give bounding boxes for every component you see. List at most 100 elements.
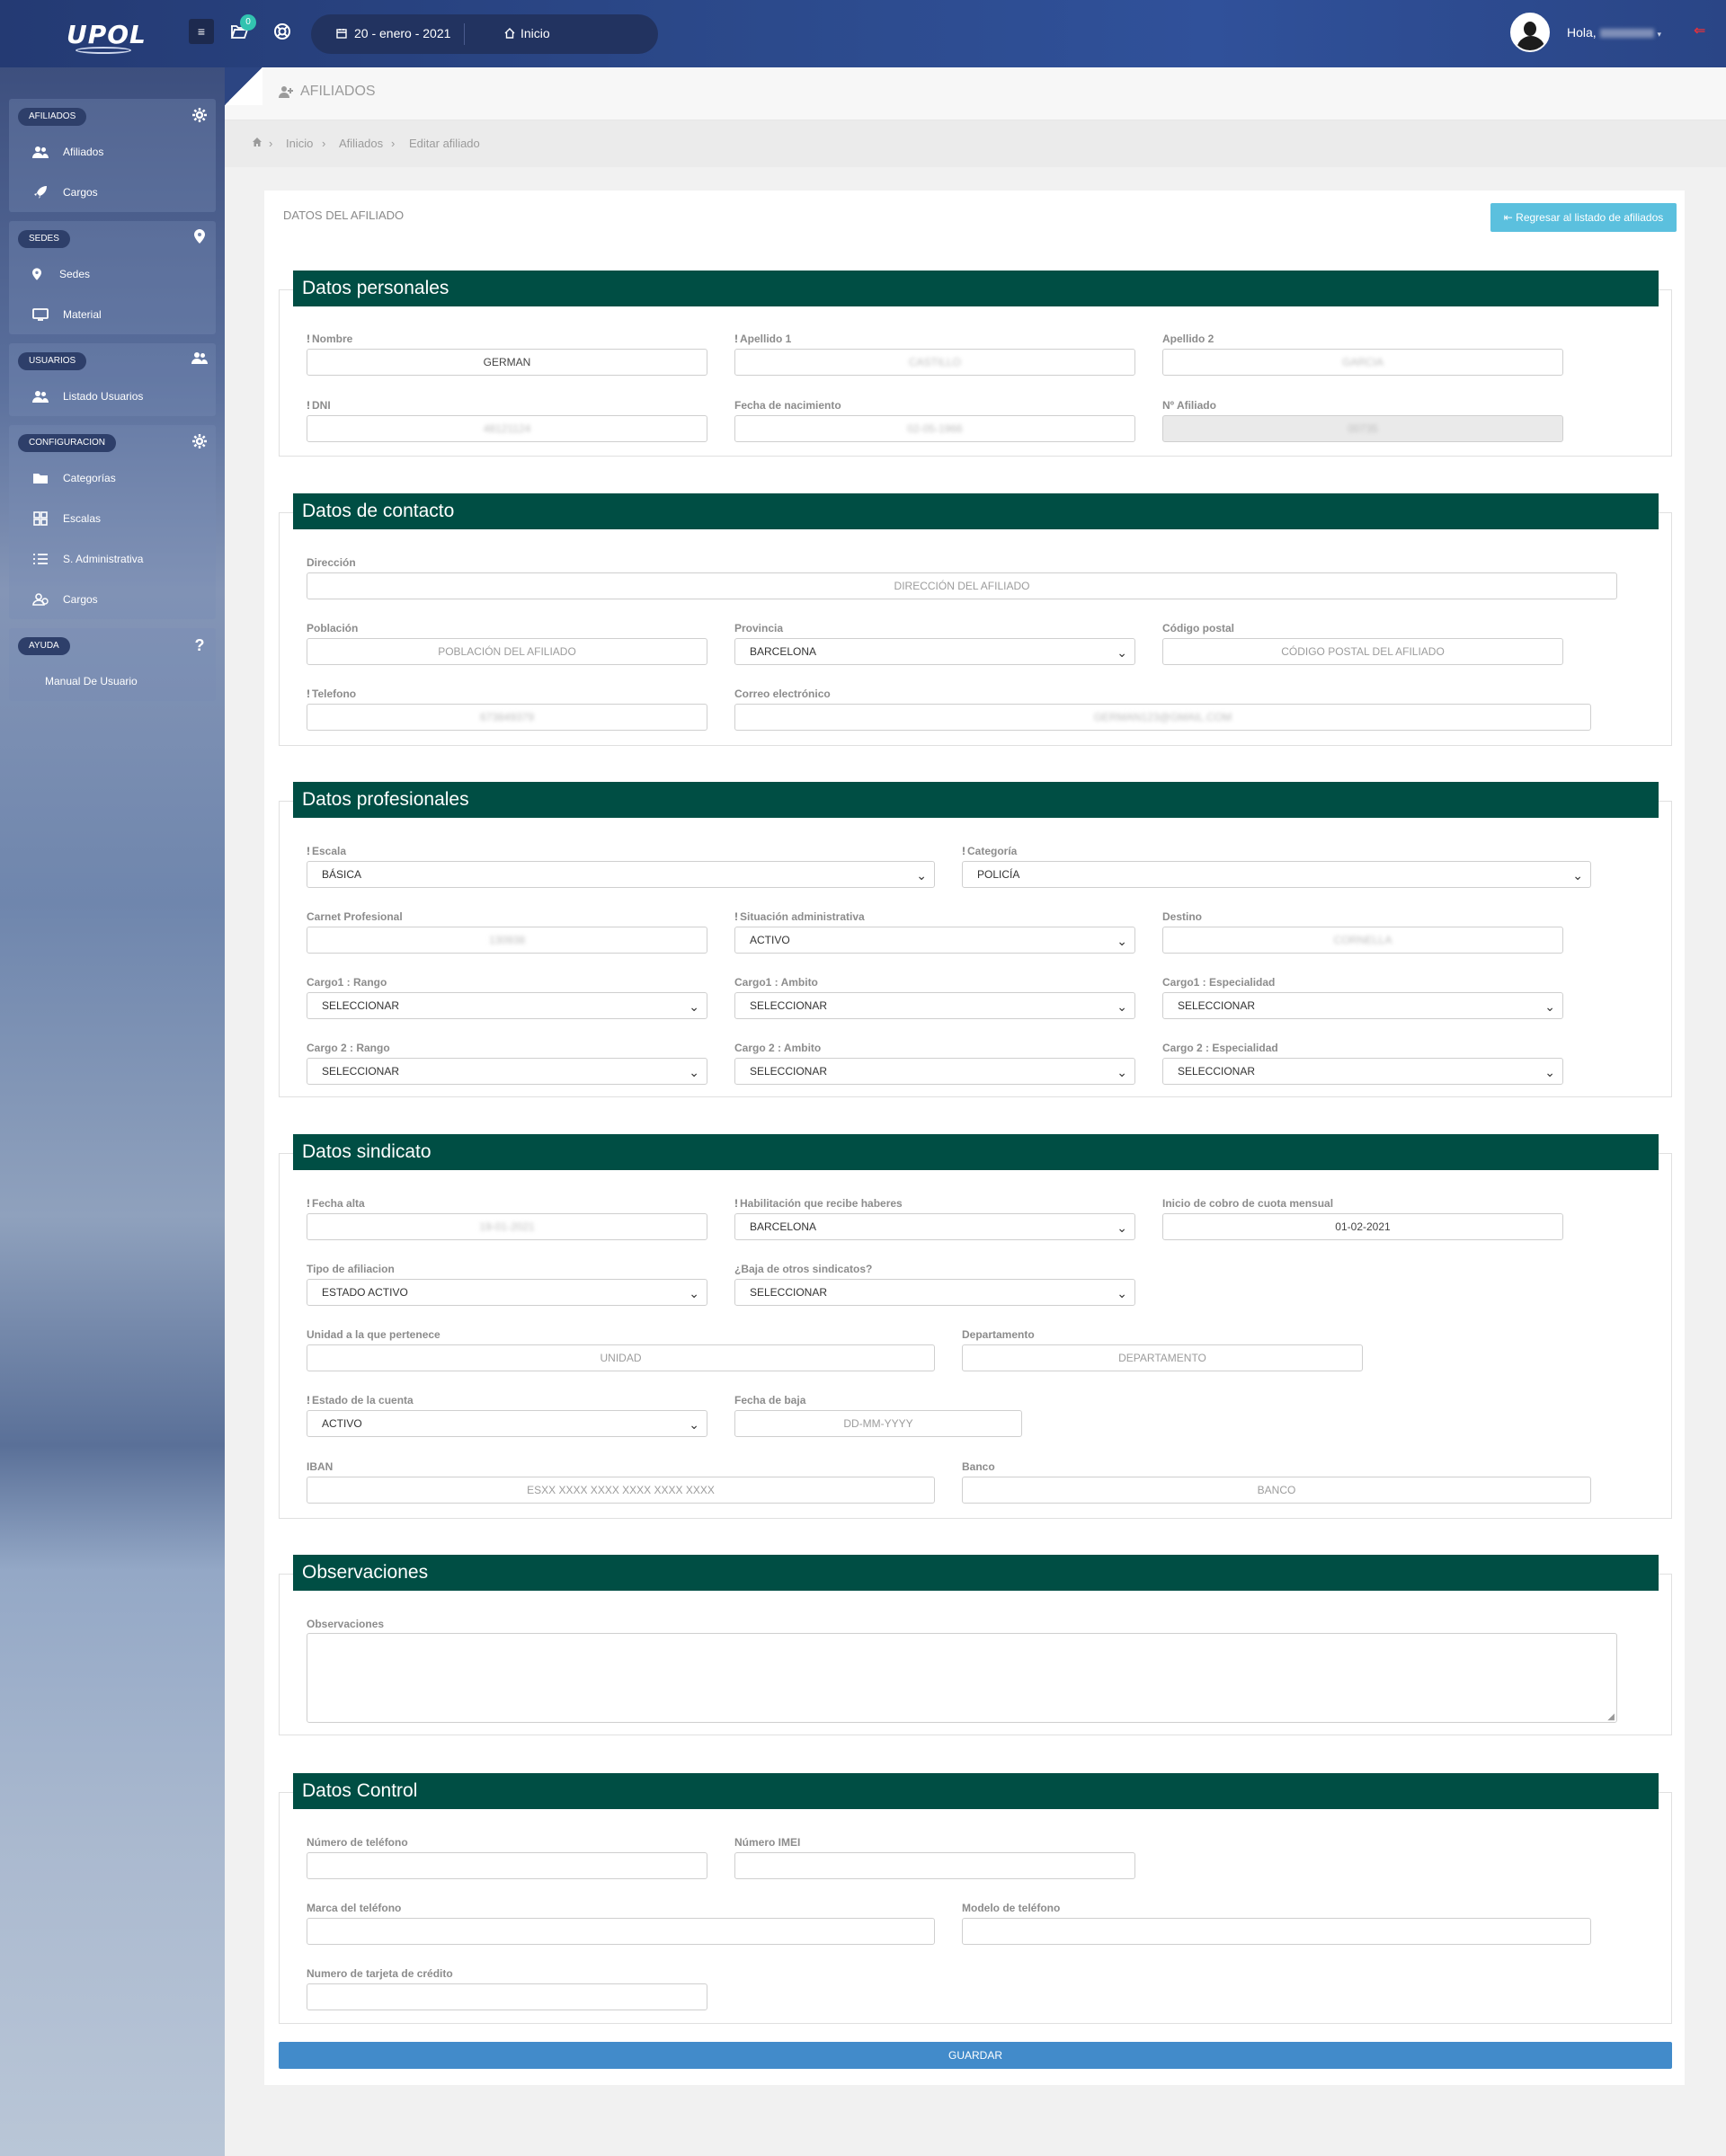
imei-input[interactable] <box>734 1852 1135 1879</box>
cargo2-especialidad-select[interactable]: SELECCIONAR ⌄ <box>1162 1058 1563 1085</box>
correo-input[interactable]: GERMAN123@GMAIL.COM <box>734 704 1591 731</box>
app-logo[interactable]: UPOL <box>61 18 146 56</box>
observaciones-textarea[interactable]: ◢ <box>307 1633 1617 1723</box>
user-plus-icon[interactable] <box>191 351 209 369</box>
control-telefono-input[interactable] <box>307 1852 707 1879</box>
banco-input[interactable]: BANCO <box>962 1477 1591 1504</box>
unidad-input[interactable]: UNIDAD <box>307 1344 935 1371</box>
support-button[interactable] <box>270 19 295 44</box>
sidebar-group-title: SEDES <box>18 230 70 248</box>
carnet-input[interactable]: 130938 <box>307 927 707 954</box>
baja-otros-select[interactable]: SELECCIONAR ⌄ <box>734 1279 1135 1306</box>
cargo1-ambito-select[interactable]: SELECCIONAR ⌄ <box>734 992 1135 1019</box>
current-date: 20 - enero - 2021 <box>336 26 450 40</box>
logout-icon[interactable]: ⇐ <box>1694 22 1705 40</box>
resize-handle-icon[interactable]: ◢ <box>1607 1712 1615 1722</box>
nombre-input[interactable]: GERMAN <box>307 349 707 376</box>
direccion-label: Dirección <box>307 556 356 569</box>
map-marker-icon[interactable] <box>191 229 209 247</box>
gear-icon[interactable] <box>191 433 209 451</box>
tarjeta-input[interactable] <box>307 1983 707 2010</box>
destino-input[interactable]: CORNELLA <box>1162 927 1563 954</box>
telefono-value: 673849379 <box>479 711 535 723</box>
menu-toggle-button[interactable]: ≡ <box>189 19 214 44</box>
avatar-head <box>1524 22 1536 36</box>
marca-input[interactable] <box>307 1918 935 1945</box>
sidebar-group-ayuda: AYUDA ? Manual De Usuario <box>9 628 216 701</box>
apellido2-input[interactable]: GARCIA <box>1162 349 1563 376</box>
cargo1-ambito-value: SELECCIONAR <box>750 999 828 1012</box>
fecha-alta-label: ! Fecha alta <box>307 1197 365 1210</box>
cargo1-rango-label: Cargo1 : Rango <box>307 976 387 989</box>
avatar-body <box>1517 36 1545 50</box>
sidebar-item-material[interactable]: Material <box>9 294 216 334</box>
estado-cuenta-select[interactable]: ACTIVO ⌄ <box>307 1410 707 1437</box>
required-icon: ! <box>307 1394 310 1406</box>
sidebar-group-header: SEDES <box>9 221 216 253</box>
provincia-value: BARCELONA <box>750 645 817 658</box>
sidebar-item-s-administrativa[interactable]: S. Administrativa <box>9 538 216 579</box>
home-icon[interactable] <box>252 137 262 150</box>
sidebar-item-cargos-config[interactable]: Cargos <box>9 579 216 619</box>
habilitacion-value: BARCELONA <box>750 1220 817 1233</box>
fecha-baja-input[interactable]: DD-MM-YYYY <box>734 1410 1022 1437</box>
provincia-select[interactable]: BARCELONA ⌄ <box>734 638 1135 665</box>
habilitacion-select[interactable]: BARCELONA ⌄ <box>734 1213 1135 1240</box>
iban-label: IBAN <box>307 1460 334 1473</box>
departamento-label: Departamento <box>962 1328 1035 1341</box>
inicio-cobro-input[interactable]: 01-02-2021 <box>1162 1213 1563 1240</box>
escala-value: BÁSICA <box>322 868 362 881</box>
telefono-input[interactable]: 673849379 <box>307 704 707 731</box>
users-icon <box>31 144 50 160</box>
calendar-icon <box>336 29 347 39</box>
sidebar-item-sedes[interactable]: Sedes <box>9 253 216 294</box>
dni-input[interactable]: 48121124 <box>307 415 707 442</box>
user-menu[interactable]: Hola, ▾ <box>1567 25 1661 40</box>
sidebar-item-listado-usuarios[interactable]: Listado Usuarios <box>9 376 216 416</box>
gear-icon[interactable] <box>191 107 209 125</box>
fecha-alta-input[interactable]: 19-01-2021 <box>307 1213 707 1240</box>
categoria-select[interactable]: POLICÍA ⌄ <box>962 861 1591 888</box>
fecha-nacimiento-input[interactable]: 02-05-1966 <box>734 415 1135 442</box>
tipo-afiliacion-select[interactable]: ESTADO ACTIVO ⌄ <box>307 1279 707 1306</box>
save-button[interactable]: GUARDAR <box>279 2042 1672 2069</box>
greeting-text: Hola, <box>1567 25 1597 40</box>
breadcrumb-inicio[interactable]: Inicio <box>286 137 313 150</box>
sidebar-group-header: AYUDA ? <box>9 628 216 661</box>
user-name-redacted <box>1599 29 1654 39</box>
sidebar-item-manual-de-usuario[interactable]: Manual De Usuario <box>9 661 216 701</box>
cargo2-rango-select[interactable]: SELECCIONAR ⌄ <box>307 1058 707 1085</box>
chevron-down-icon: ⌄ <box>1117 1286 1127 1300</box>
back-to-list-button[interactable]: ⇤ Regresar al listado de afiliados <box>1490 203 1677 232</box>
escala-select[interactable]: BÁSICA ⌄ <box>307 861 935 888</box>
sidebar-group-title: CONFIGURACION <box>18 434 116 452</box>
cargo1-especialidad-select[interactable]: SELECCIONAR ⌄ <box>1162 992 1563 1019</box>
cargo1-rango-select[interactable]: SELECCIONAR ⌄ <box>307 992 707 1019</box>
cargo2-ambito-label: Cargo 2 : Ambito <box>734 1042 822 1054</box>
required-icon: ! <box>734 1197 738 1210</box>
apellido1-input[interactable]: CASTILLO <box>734 349 1135 376</box>
sidebar-item-label: Sedes <box>59 267 91 280</box>
modelo-input[interactable] <box>962 1918 1591 1945</box>
codigo-postal-input[interactable]: CÓDIGO POSTAL DEL AFILIADO <box>1162 638 1563 665</box>
page-corner-fold <box>225 67 262 105</box>
sidebar-item-escalas[interactable]: Escalas <box>9 498 216 538</box>
sidebar-item-label: Material <box>63 307 102 321</box>
situacion-select[interactable]: ACTIVO ⌄ <box>734 927 1135 954</box>
question-icon[interactable]: ? <box>191 636 209 654</box>
cargo2-ambito-select[interactable]: SELECCIONAR ⌄ <box>734 1058 1135 1085</box>
sidebar-group-title: AYUDA <box>18 637 70 655</box>
user-icon <box>279 86 293 98</box>
breadcrumb-afiliados[interactable]: Afiliados <box>339 137 383 150</box>
sidebar-item-cargos[interactable]: Cargos <box>9 172 216 212</box>
iban-input[interactable]: ESXX XXXX XXXX XXXX XXXX XXXX <box>307 1477 935 1504</box>
departamento-input[interactable]: DEPARTAMENTO <box>962 1344 1363 1371</box>
user-avatar[interactable] <box>1510 13 1550 52</box>
sidebar-item-label: Listado Usuarios <box>63 389 144 403</box>
direccion-input[interactable]: DIRECCIÓN DEL AFILIADO <box>307 572 1617 599</box>
sidebar-item-afiliados[interactable]: Afiliados <box>9 131 216 172</box>
sidebar-item-categorias[interactable]: Categorías <box>9 457 216 498</box>
home-link[interactable]: Inicio <box>504 26 550 40</box>
correo-value: GERMAN123@GMAIL.COM <box>1093 711 1232 723</box>
poblacion-input[interactable]: POBLACIÓN DEL AFILIADO <box>307 638 707 665</box>
